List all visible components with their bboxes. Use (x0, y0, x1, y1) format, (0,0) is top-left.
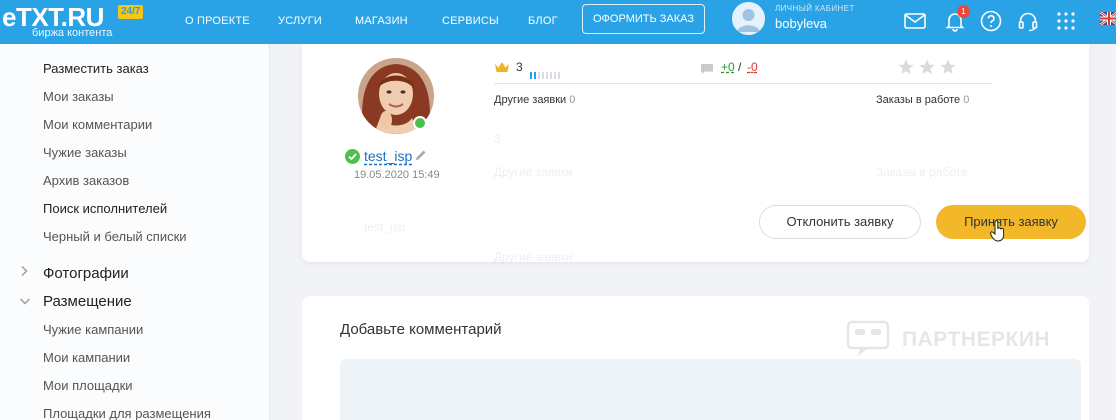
sidebar-category-placement[interactable]: Размещение (43, 293, 132, 311)
help-icon[interactable] (979, 9, 1003, 33)
sidebar-item-my-comments[interactable]: Мои комментарии (43, 117, 152, 133)
place-order-button[interactable]: ОФОРМИТЬ ЗАКАЗ (582, 4, 705, 34)
rating-bar (530, 66, 562, 79)
logo-subtitle: биржа контента (32, 27, 113, 39)
orders-in-work-count: 0 (963, 94, 970, 106)
ghost-other-requests: Другие заявки (494, 165, 573, 179)
user-avatar-icon (732, 2, 765, 35)
sidebar-item-place-order[interactable]: Разместить заказ (43, 61, 149, 77)
sidebar-item-placement-platforms[interactable]: Площадки для размещения (43, 406, 211, 420)
verified-check-icon (345, 149, 360, 164)
apps-grid-icon[interactable] (1054, 9, 1078, 33)
nav-blog[interactable]: БЛОГ (528, 14, 558, 28)
nav-tools[interactable]: СЕРВИСЫ (442, 14, 499, 28)
crown-icon (494, 60, 510, 72)
ghost-username: test_isp (364, 220, 406, 234)
comment-textarea[interactable] (340, 359, 1081, 420)
watermark-logo: ПАРТНЕРКИН (846, 319, 1066, 359)
ghost-rating: 3 (494, 132, 501, 146)
nav-shop[interactable]: МАГАЗИН (355, 14, 408, 28)
logo-badge: 24/7 (118, 5, 144, 19)
watermark-text: ПАРТНЕРКИН (902, 328, 1051, 351)
accept-request-button[interactable]: Принять заявку (936, 205, 1086, 239)
other-requests-stat: Другие заявки 0 (494, 94, 575, 107)
watermark-icon (846, 320, 890, 356)
site-logo[interactable]: eTXT.RU 24/7 биржа контента (2, 3, 152, 43)
request-date: 19.05.2020 15:49 (354, 169, 440, 181)
performer-username[interactable]: test_isp (364, 148, 412, 165)
nav-about[interactable]: О ПРОЕКТЕ (185, 14, 250, 28)
sidebar-item-my-platforms[interactable]: Мои площадки (43, 378, 133, 394)
hand-cursor-icon (990, 220, 1006, 242)
orders-in-work-label: Заказы в работе (876, 94, 961, 106)
reject-request-button[interactable]: Отклонить заявку (759, 205, 921, 239)
cabinet-label: ЛИЧНЫЙ КАБИНЕТ (775, 4, 855, 13)
comment-title: Добавьте комментарий (340, 321, 502, 338)
chevron-down-icon[interactable] (19, 294, 31, 310)
header-username[interactable]: bobyleva (775, 16, 827, 31)
orders-in-work-stat: Заказы в работе 0 (876, 94, 969, 107)
headset-icon[interactable] (1016, 9, 1040, 33)
star-rating (898, 59, 958, 75)
ghost-other-requests-2: Другие заявки (494, 250, 573, 264)
edit-pencil-icon[interactable] (414, 148, 428, 162)
top-navigation-bar: eTXT.RU 24/7 биржа контента О ПРОЕКТЕ УС… (0, 0, 1116, 44)
reviews-separator: / (738, 60, 742, 74)
ghost-orders-in-work: Заказы в работе (876, 165, 968, 179)
sidebar-item-my-campaigns[interactable]: Мои кампании (43, 350, 130, 366)
sidebar-item-black-white-lists[interactable]: Черный и белый списки (43, 229, 187, 245)
sidebar-item-my-orders[interactable]: Мои заказы (43, 89, 114, 105)
user-avatar[interactable] (732, 2, 765, 35)
sidebar-item-others-campaigns[interactable]: Чужие кампании (43, 322, 143, 338)
nav-services[interactable]: УСЛУГИ (278, 14, 322, 28)
negative-reviews-link[interactable]: -0 (747, 60, 758, 74)
mail-icon[interactable] (903, 9, 927, 33)
online-status-dot (413, 116, 427, 130)
chat-bubble-icon (700, 62, 714, 74)
chevron-right-icon[interactable] (19, 265, 29, 281)
stats-divider (494, 83, 993, 84)
rating-value: 3 (516, 60, 523, 74)
sidebar-category-photos[interactable]: Фотографии (43, 265, 129, 283)
sidebar-item-find-performers[interactable]: Поиск исполнителей (43, 201, 167, 217)
uk-flag-icon[interactable] (1100, 12, 1116, 25)
other-requests-count: 0 (569, 94, 576, 106)
sidebar-item-order-archive[interactable]: Архив заказов (43, 173, 129, 189)
other-requests-label: Другие заявки (494, 94, 567, 106)
positive-reviews-link[interactable]: +0 (721, 60, 735, 74)
sidebar-item-others-orders[interactable]: Чужие заказы (43, 145, 127, 161)
notification-badge: 1 (957, 5, 970, 18)
